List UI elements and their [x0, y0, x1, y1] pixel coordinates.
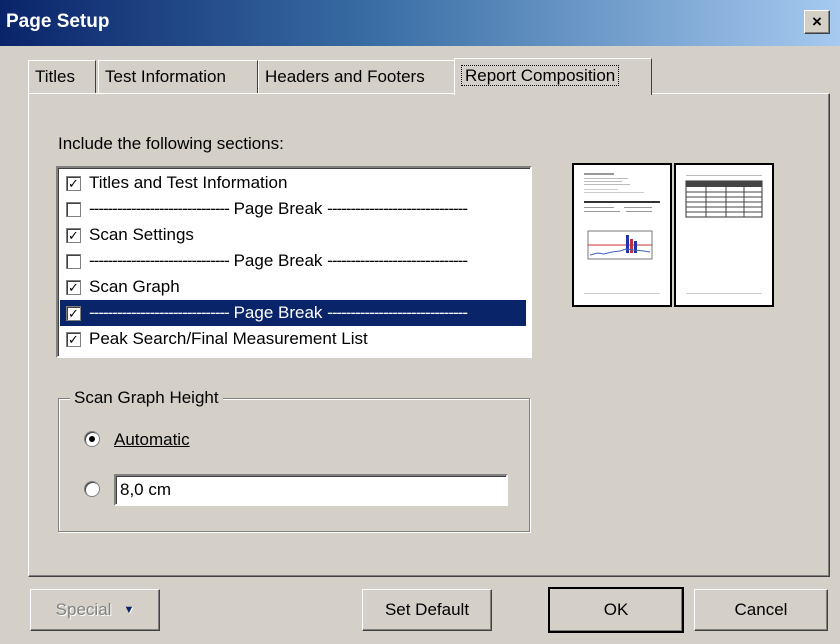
list-item-selected[interactable]: ✓ ------------------------------ Page Br…: [60, 300, 526, 326]
checkbox[interactable]: ✓: [66, 305, 81, 321]
automatic-label[interactable]: Automatic: [114, 430, 190, 450]
close-icon: ×: [812, 12, 822, 31]
checkbox[interactable]: ✓: [66, 279, 81, 295]
list-item-label: Page Break: [233, 199, 323, 218]
special-label: Special: [55, 600, 112, 619]
title-bar: Page Setup ×: [0, 0, 840, 46]
tab-headers-and-footers[interactable]: Headers and Footers: [258, 60, 456, 93]
page-preview-1: [572, 163, 672, 307]
list-item[interactable]: ✓ Peak Search/Final Measurement List: [60, 326, 526, 352]
list-item[interactable]: ✓ Scan Settings: [60, 222, 526, 248]
tab-test-information[interactable]: Test Information: [98, 60, 258, 93]
radio-dot: [89, 436, 95, 442]
tab-label: Report Composition: [461, 65, 620, 86]
sections-list[interactable]: ✓ Titles and Test Information ----------…: [56, 166, 532, 358]
list-item-label: Titles and Test Information: [89, 173, 288, 192]
page-preview-2: [674, 163, 774, 307]
tab-report-composition[interactable]: Report Composition: [454, 58, 652, 95]
tab-label: Test Information: [105, 67, 226, 86]
list-item[interactable]: ------------------------------ Page Brea…: [60, 248, 526, 274]
cancel-button[interactable]: Cancel: [694, 589, 828, 631]
checkbox[interactable]: ✓: [66, 227, 81, 243]
list-item-label: Page Break: [233, 303, 323, 322]
radio-custom-height[interactable]: [84, 481, 100, 497]
special-button[interactable]: Special ▼: [30, 589, 160, 631]
list-item[interactable]: ✓ Titles and Test Information: [60, 170, 526, 196]
close-button[interactable]: ×: [804, 10, 830, 34]
set-default-label: Set Default: [384, 600, 470, 619]
tab-titles[interactable]: Titles: [28, 60, 96, 93]
set-default-button[interactable]: Set Default: [362, 589, 492, 631]
sections-label: Include the following sections:: [58, 134, 284, 153]
custom-height-input[interactable]: 8,0 cm: [114, 474, 508, 506]
page-thumbnail-1: [584, 173, 660, 294]
ok-label: OK: [603, 600, 629, 619]
list-item-label: Scan Graph: [89, 277, 180, 296]
tab-label: Titles: [35, 67, 75, 86]
checkbox[interactable]: [66, 253, 81, 269]
list-item-label: Peak Search/Final Measurement List: [89, 329, 368, 348]
list-item-label: Page Break: [233, 251, 323, 270]
window-title: Page Setup: [6, 11, 110, 32]
checkbox[interactable]: [66, 201, 81, 217]
list-item-label: Scan Settings: [89, 225, 194, 244]
list-item[interactable]: ------------------------------ Page Brea…: [60, 196, 526, 222]
checkbox[interactable]: ✓: [66, 175, 81, 191]
list-item[interactable]: ✓ Scan Graph: [60, 274, 526, 300]
page-thumbnail-2: [685, 175, 763, 294]
tab-label: Headers and Footers: [265, 67, 425, 86]
radio-automatic[interactable]: [84, 431, 100, 447]
group-title: Scan Graph Height: [70, 388, 223, 408]
cancel-label: Cancel: [734, 600, 788, 619]
dropdown-arrow-icon: ▼: [123, 604, 135, 616]
checkbox[interactable]: ✓: [66, 331, 81, 347]
scan-graph-height-group: [58, 398, 530, 532]
ok-button[interactable]: OK: [548, 587, 684, 633]
